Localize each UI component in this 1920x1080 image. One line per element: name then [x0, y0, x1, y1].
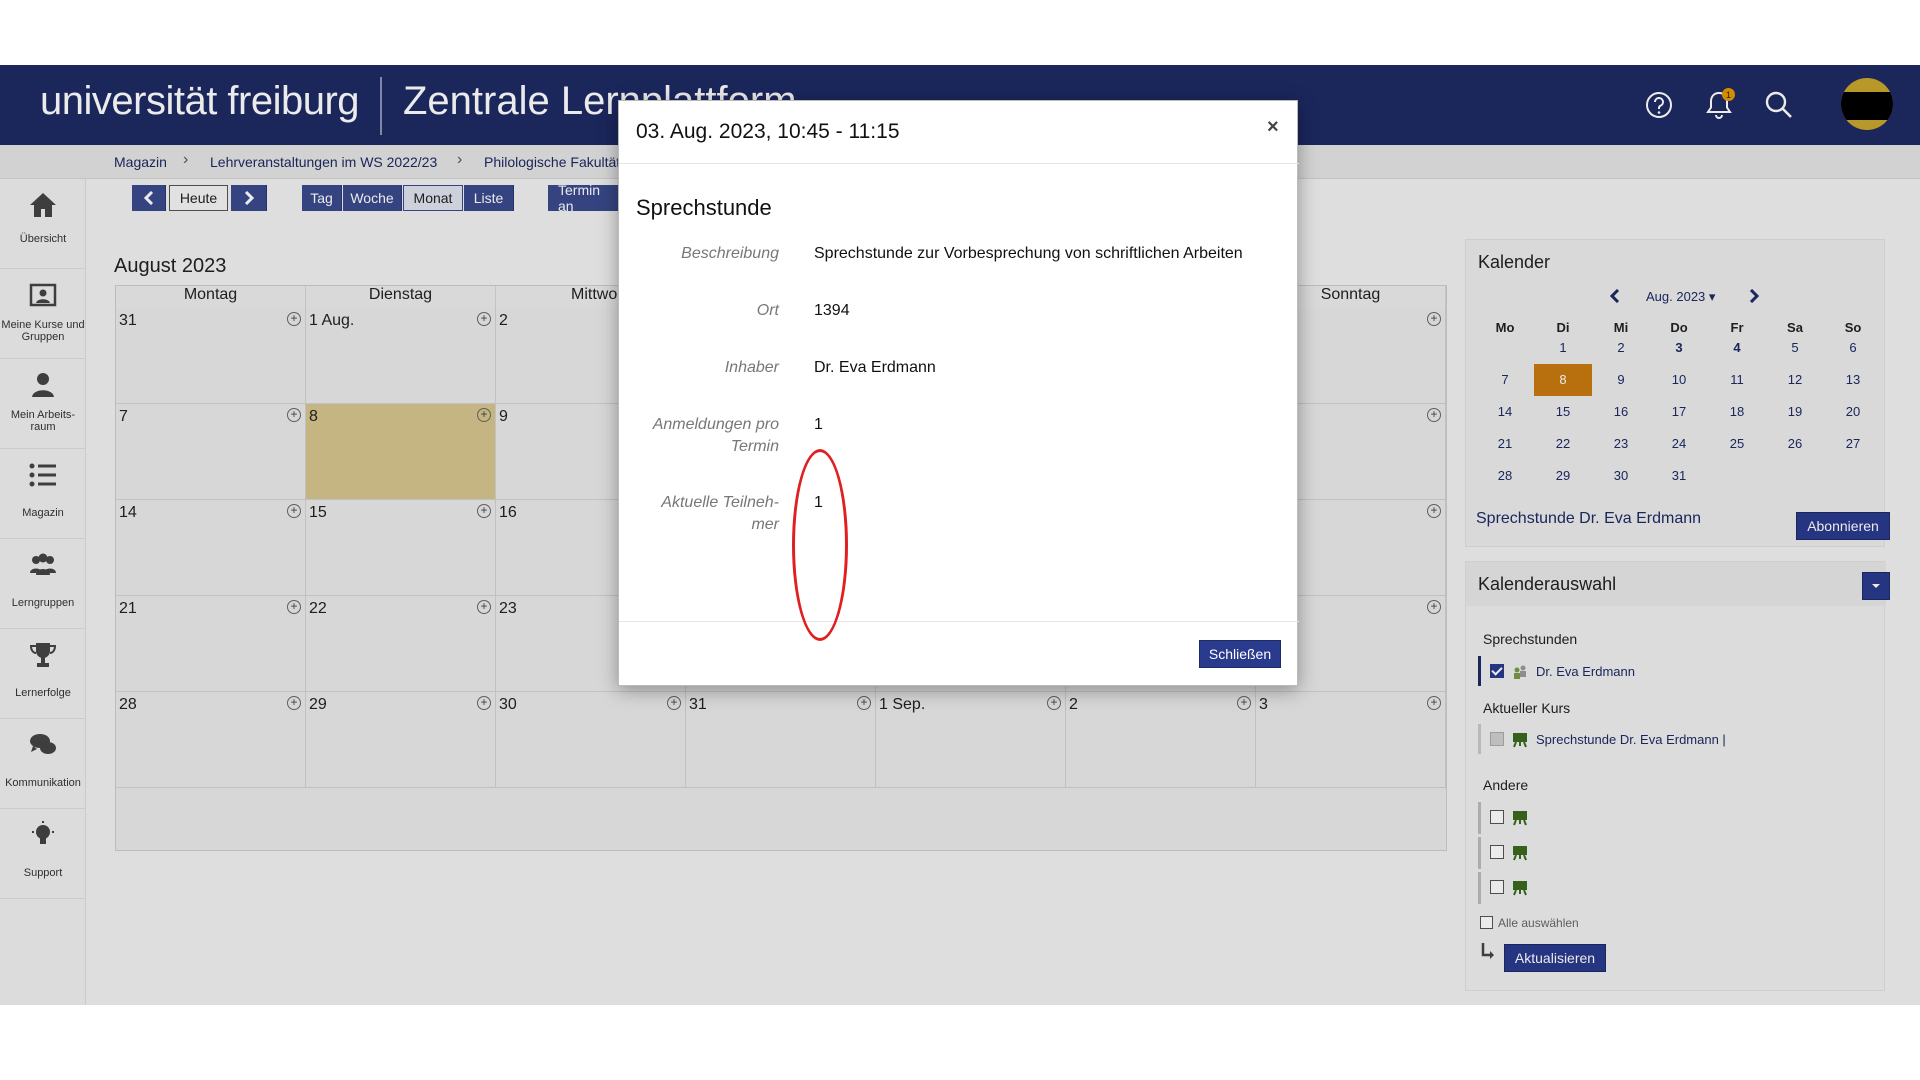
field-value-ort: 1394: [814, 302, 850, 319]
modal-divider: [619, 621, 1299, 622]
field-label-teilnehmer: Aktuelle Teilneh-mer: [661, 494, 779, 533]
event-modal: 03. Aug. 2023, 10:45 - 11:15 × Sprechstu…: [618, 100, 1299, 686]
close-button[interactable]: Schließen: [1199, 640, 1281, 668]
app-page: universität freiburg Zentrale Lernplattf…: [0, 65, 1920, 1005]
field-value-anmeldungen: 1: [814, 416, 823, 433]
modal-title: 03. Aug. 2023, 10:45 - 11:15: [636, 120, 900, 143]
modal-divider: [619, 163, 1299, 164]
close-icon[interactable]: ×: [1267, 116, 1279, 139]
field-label-ort: Ort: [756, 302, 779, 319]
modal-subtitle: Sprechstunde: [636, 195, 772, 220]
field-label-beschreibung: Beschreibung: [681, 245, 779, 262]
field-value-beschreibung: Sprechstunde zur Vorbesprechung von schr…: [814, 245, 1243, 262]
field-label-inhaber: Inhaber: [724, 359, 779, 376]
field-label-anmeldungen: Anmeldungen pro Termin: [652, 416, 779, 455]
field-value-inhaber: Dr. Eva Erdmann: [814, 359, 936, 376]
annotation-circle: [792, 449, 848, 641]
